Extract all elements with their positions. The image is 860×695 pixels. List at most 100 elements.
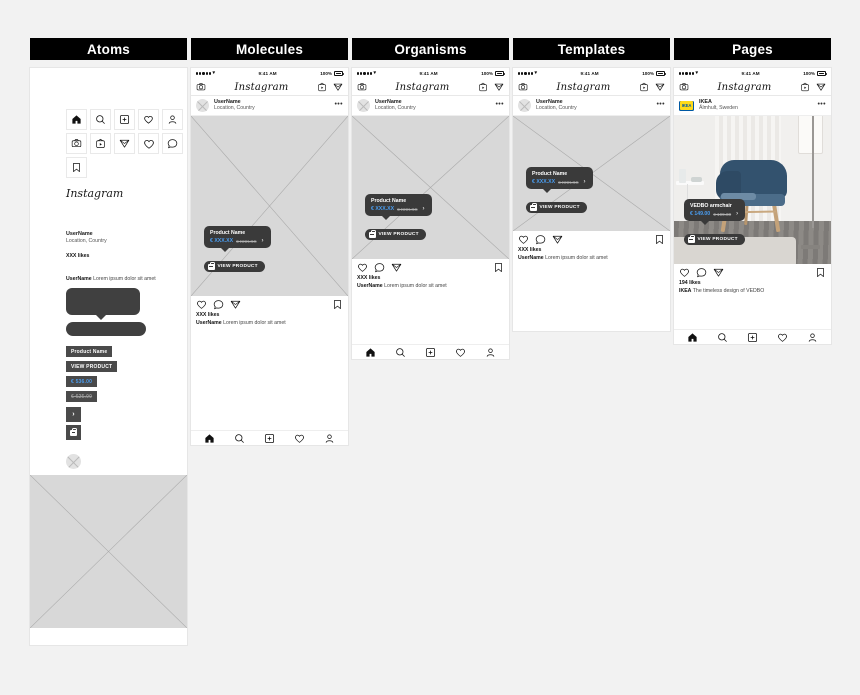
post-location[interactable]: Älmhult, Sweden	[699, 105, 812, 112]
comment-icon[interactable]	[696, 267, 707, 278]
atom-camera-icon-cell[interactable]	[66, 133, 87, 154]
comment-icon	[167, 139, 178, 149]
atom-search-icon-cell[interactable]	[90, 109, 111, 130]
column-header-pages: Pages	[674, 38, 831, 60]
heart-icon[interactable]	[679, 267, 690, 278]
add-post-icon[interactable]	[264, 433, 275, 444]
post-caption-user[interactable]: UserName	[357, 283, 383, 289]
home-icon[interactable]	[204, 433, 215, 444]
bottom-tab-bar	[352, 344, 509, 359]
view-product-button[interactable]: VIEW PRODUCT	[684, 234, 745, 245]
post-caption-user[interactable]: IKEA	[679, 288, 691, 294]
view-product-label: VIEW PRODUCT	[217, 264, 258, 269]
post-location[interactable]: Location, Country	[536, 105, 651, 112]
ellipsis-icon[interactable]: •••	[334, 101, 343, 108]
ellipsis-icon[interactable]: •••	[495, 101, 504, 108]
atom-comment-icon-cell[interactable]	[162, 133, 183, 154]
product-tooltip-name: Product Name	[371, 198, 407, 204]
post-location[interactable]: Location, Country	[375, 105, 490, 112]
atom-person-icon-cell[interactable]	[162, 109, 183, 130]
add-post-icon[interactable]	[747, 332, 758, 343]
heart-icon[interactable]	[196, 299, 207, 310]
igtv-icon[interactable]	[478, 82, 488, 92]
ellipsis-icon[interactable]: •••	[817, 101, 826, 108]
atom-view-product-chip[interactable]: VIEW PRODUCT	[66, 361, 118, 372]
person-icon[interactable]	[485, 347, 496, 358]
bottom-tab-bar	[674, 329, 831, 344]
atom-add-post-icon-cell[interactable]	[114, 109, 135, 130]
atom-instagram-wordmark: Instagram	[66, 187, 124, 200]
chevron-right-icon: ›	[583, 179, 586, 185]
atom-heart-outline-icon-cell[interactable]	[138, 133, 159, 154]
battery-full-icon	[817, 71, 827, 76]
send-icon[interactable]	[230, 299, 241, 310]
product-tooltip[interactable]: Product Name € XXX.XX € XXX.XX ›	[365, 194, 432, 220]
product-tooltip[interactable]: VEDBO armchair € 149.00 € 199.00 ›	[684, 199, 746, 225]
heart-icon[interactable]	[294, 433, 305, 444]
igtv-icon[interactable]	[317, 82, 327, 92]
add-post-icon[interactable]	[425, 347, 436, 358]
bookmark-icon[interactable]	[332, 299, 343, 310]
product-tooltip[interactable]: Product Name € XXX.XX € XXX.XX ›	[204, 226, 271, 252]
send-icon[interactable]	[816, 82, 826, 92]
atom-pill-button-shape	[66, 322, 146, 336]
camera-icon[interactable]	[679, 82, 689, 92]
camera-icon[interactable]	[196, 82, 206, 92]
send-icon[interactable]	[552, 234, 563, 245]
person-icon[interactable]	[807, 332, 818, 343]
instagram-nav-right	[639, 82, 665, 92]
person-icon[interactable]	[324, 433, 335, 444]
product-tooltip[interactable]: Product Name € XXX.XX € XXX.XX ›	[526, 167, 593, 193]
send-icon[interactable]	[713, 267, 724, 278]
camera-icon[interactable]	[518, 82, 528, 92]
search-icon[interactable]	[234, 433, 245, 444]
igtv-icon[interactable]	[800, 82, 810, 92]
avatar[interactable]: IKEA	[679, 100, 694, 111]
signal-dots-icon	[357, 72, 372, 75]
comment-icon[interactable]	[213, 299, 224, 310]
avatar[interactable]	[196, 99, 209, 112]
ellipsis-icon[interactable]: •••	[656, 101, 665, 108]
send-icon[interactable]	[494, 82, 504, 92]
send-icon[interactable]	[333, 82, 343, 92]
send-icon[interactable]	[655, 82, 665, 92]
heart-icon[interactable]	[455, 347, 466, 358]
avatar[interactable]	[518, 99, 531, 112]
comment-icon[interactable]	[535, 234, 546, 245]
bookmark-icon[interactable]	[815, 267, 826, 278]
atom-igtv-icon-cell[interactable]	[90, 133, 111, 154]
bookmark-icon[interactable]	[654, 234, 665, 245]
post-caption-user[interactable]: UserName	[196, 320, 222, 326]
home-icon[interactable]	[365, 347, 376, 358]
atom-view-product-chip-label: VIEW PRODUCT	[71, 363, 113, 370]
photo-vase	[678, 169, 686, 183]
bookmark-icon[interactable]	[493, 262, 504, 273]
view-product-button[interactable]: VIEW PRODUCT	[365, 229, 426, 240]
search-icon[interactable]	[717, 332, 728, 343]
atom-arrow-chip[interactable]: ›	[66, 407, 81, 422]
post-caption-user[interactable]: UserName	[518, 255, 544, 261]
home-icon[interactable]	[687, 332, 698, 343]
chevron-right-icon: ›	[736, 211, 739, 217]
atom-home-icon-cell[interactable]	[66, 109, 87, 130]
atom-heart-icon-cell[interactable]	[138, 109, 159, 130]
send-icon[interactable]	[391, 262, 402, 273]
atom-send-icon-cell[interactable]	[114, 133, 135, 154]
heart-icon	[144, 116, 153, 124]
heart-icon[interactable]	[357, 262, 368, 273]
atom-bag-icon-chip[interactable]	[66, 425, 81, 440]
comment-icon[interactable]	[374, 262, 385, 273]
search-icon[interactable]	[395, 347, 406, 358]
avatar[interactable]	[357, 99, 370, 112]
view-product-button[interactable]: VIEW PRODUCT	[526, 202, 587, 213]
view-product-button[interactable]: VIEW PRODUCT	[204, 261, 265, 272]
column-header-molecules-label: Molecules	[235, 41, 304, 57]
atom-location-text: Location, Country	[66, 238, 107, 244]
heart-icon[interactable]	[518, 234, 529, 245]
post-location[interactable]: Location, Country	[214, 105, 329, 112]
camera-icon[interactable]	[357, 82, 367, 92]
heart-icon[interactable]	[777, 332, 788, 343]
igtv-icon[interactable]	[639, 82, 649, 92]
instagram-nav-right	[478, 82, 504, 92]
atom-bookmark-icon-cell[interactable]	[66, 157, 87, 178]
